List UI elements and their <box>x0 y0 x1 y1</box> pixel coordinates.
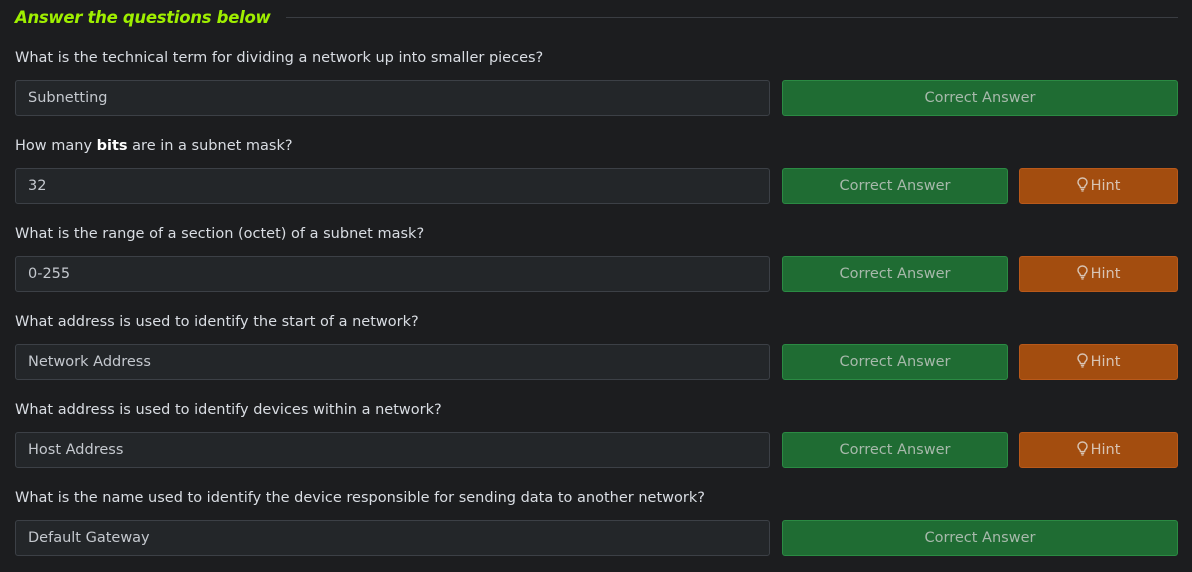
correct-answer-button[interactable]: Correct Answer <box>782 256 1008 292</box>
correct-answer-label: Correct Answer <box>839 442 951 458</box>
lightbulb-icon <box>1076 352 1088 372</box>
question-text: What is the name used to identify the de… <box>15 490 705 506</box>
question-item: What address is used to identify the sta… <box>15 311 1178 391</box>
question-text-after: are in a subnet mask? <box>127 138 293 154</box>
task-questions-panel: Answer the questions below What is the t… <box>0 0 1192 572</box>
correct-answer-label: Correct Answer <box>924 90 1036 106</box>
answer-input[interactable]: Host Address <box>15 432 770 468</box>
hint-label: Hint <box>1090 178 1121 194</box>
question-text: What address is used to identify the sta… <box>15 314 419 330</box>
correct-answer-label: Correct Answer <box>839 354 951 370</box>
section-title: Answer the questions below <box>15 7 271 27</box>
hint-button[interactable]: Hint <box>1019 344 1178 380</box>
answer-input[interactable]: Default Gateway <box>15 520 770 556</box>
lightbulb-icon <box>1076 440 1088 460</box>
question-item: What address is used to identify devices… <box>15 399 1178 479</box>
hint-button[interactable]: Hint <box>1019 168 1178 204</box>
hint-label: Hint <box>1090 442 1121 458</box>
hint-label: Hint <box>1090 354 1121 370</box>
answer-input[interactable]: 32 <box>15 168 770 204</box>
question-item: How many bits are in a subnet mask? 32 C… <box>15 135 1178 215</box>
answer-input[interactable]: 0-255 <box>15 256 770 292</box>
correct-answer-button[interactable]: Correct Answer <box>782 168 1008 204</box>
question-text: What address is used to identify devices… <box>15 402 442 418</box>
correct-answer-button[interactable]: Correct Answer <box>782 80 1178 116</box>
lightbulb-icon <box>1076 264 1088 284</box>
hint-button[interactable]: Hint <box>1019 256 1178 292</box>
answer-input[interactable]: Network Address <box>15 344 770 380</box>
correct-answer-button[interactable]: Correct Answer <box>782 520 1178 556</box>
correct-answer-label: Correct Answer <box>839 178 951 194</box>
question-item: What is the name used to identify the de… <box>15 487 1178 567</box>
hint-label: Hint <box>1090 266 1121 282</box>
correct-answer-label: Correct Answer <box>839 266 951 282</box>
question-text: What is the range of a section (octet) o… <box>15 226 425 242</box>
lightbulb-icon <box>1076 176 1088 196</box>
header-divider <box>286 16 1178 18</box>
correct-answer-label: Correct Answer <box>924 530 1036 546</box>
answer-input[interactable]: Subnetting <box>15 80 770 116</box>
question-text-before: How many <box>15 138 97 154</box>
question-text: How many bits are in a subnet mask? <box>15 135 293 157</box>
correct-answer-button[interactable]: Correct Answer <box>782 432 1008 468</box>
hint-button[interactable]: Hint <box>1019 432 1178 468</box>
question-item: What is the technical term for dividing … <box>15 47 1178 127</box>
question-item: What is the range of a section (octet) o… <box>15 223 1178 303</box>
question-text: What is the technical term for dividing … <box>15 50 544 66</box>
correct-answer-button[interactable]: Correct Answer <box>782 344 1008 380</box>
section-header: Answer the questions below <box>15 6 1178 28</box>
question-text-bold: bits <box>96 138 128 154</box>
